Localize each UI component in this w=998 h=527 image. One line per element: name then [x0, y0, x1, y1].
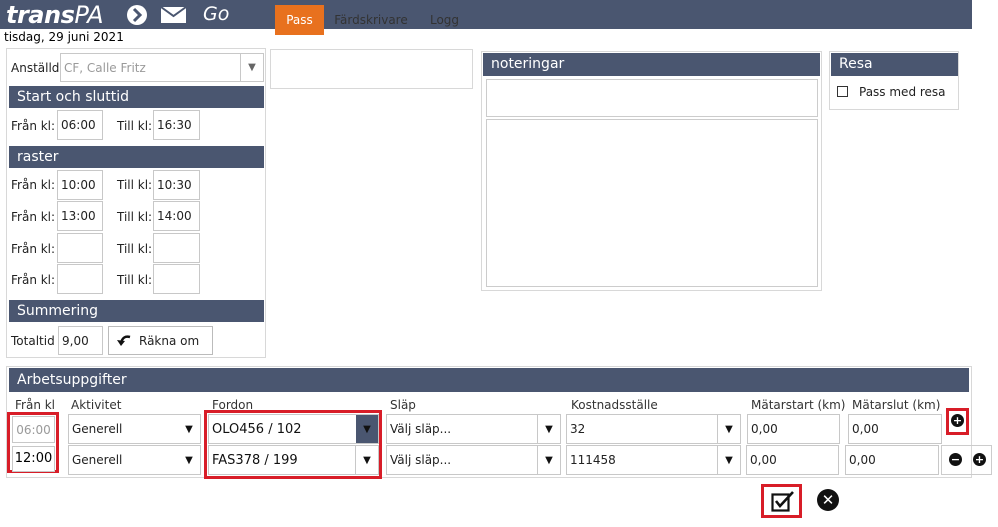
task-1-vehicle-value: OLO456 / 102: [212, 421, 302, 437]
notes-input[interactable]: [486, 79, 818, 117]
break-from-label: Från kl:: [11, 273, 56, 287]
col-header-cost-center: Kostnadsställe: [571, 398, 658, 412]
task-1-activity-value: Generell: [72, 422, 123, 436]
task-2-meter-start-input[interactable]: 0,00: [746, 445, 839, 475]
task-2-vehicle-value: FAS378 / 199: [212, 452, 298, 468]
breaks-header: raster: [9, 146, 264, 168]
task-2-activity-value: Generell: [72, 453, 123, 467]
total-time-label: Totaltid: [11, 334, 55, 348]
trip-checkbox[interactable]: [837, 86, 848, 97]
task-1-meter-start-input[interactable]: 0,00: [747, 414, 840, 444]
close-circle-icon[interactable]: ✕: [817, 489, 839, 511]
tab-bar: [270, 49, 473, 89]
task-2-cost-center-select[interactable]: 111458 ▼: [566, 445, 741, 475]
chevron-down-icon: ▼: [717, 446, 740, 474]
to-label: Till kl:: [117, 119, 153, 133]
recalculate-button[interactable]: Räkna om: [108, 326, 213, 355]
break-to-label: Till kl:: [117, 273, 153, 287]
current-date: tisdag, 29 juni 2021: [4, 30, 124, 44]
envelope-icon[interactable]: [160, 4, 188, 26]
break-4-to-input[interactable]: [153, 264, 200, 294]
task-1-meter-end-input[interactable]: 0,00: [848, 414, 942, 444]
task-1-cost-center-select[interactable]: 32 ▼: [566, 414, 741, 444]
employee-value: CF, Calle Fritz: [64, 60, 146, 75]
break-4-from-input[interactable]: [57, 264, 103, 294]
notes-header: noteringar: [483, 53, 820, 76]
tab-pass[interactable]: Pass: [275, 5, 324, 35]
col-header-from: Från kl: [15, 398, 56, 412]
break-3-to-input[interactable]: [153, 233, 200, 263]
task-1-cost-center-value: 32: [570, 422, 586, 436]
break-3-from-input[interactable]: [57, 233, 103, 263]
chevron-down-icon: ▼: [355, 446, 378, 474]
start-end-header: Start och sluttid: [9, 86, 264, 108]
go-link[interactable]: Go: [203, 2, 229, 26]
tab-logg[interactable]: Logg: [418, 5, 471, 35]
trip-header: Resa: [831, 53, 958, 76]
task-1-from-input[interactable]: 06:00: [12, 416, 55, 443]
chevron-down-icon: ▼: [356, 415, 378, 443]
task-2-meter-end-input[interactable]: 0,00: [845, 445, 939, 475]
plus-circle-icon[interactable]: +: [973, 453, 986, 466]
task-2-trailer-value: Välj släp...: [390, 453, 452, 467]
trip-checkbox-label: Pass med resa: [859, 85, 946, 99]
chevron-down-icon: ▼: [185, 423, 193, 435]
tab-fardskrivare[interactable]: Färdskrivare: [328, 5, 414, 35]
task-2-activity-select[interactable]: Generell ▼: [68, 445, 201, 475]
employee-label: Anställd: [11, 61, 60, 75]
chevron-down-icon: ▼: [537, 446, 560, 474]
chevron-right-circle-icon[interactable]: [126, 4, 148, 26]
employee-select[interactable]: CF, Calle Fritz ▼: [60, 53, 264, 82]
notes-textarea[interactable]: [486, 119, 818, 287]
checkbox-edit-icon[interactable]: [771, 490, 795, 512]
break-to-label: Till kl:: [117, 210, 153, 224]
plus-circle-icon[interactable]: +: [951, 414, 964, 427]
break-from-label: Från kl:: [11, 178, 56, 192]
col-header-trailer: Släp: [390, 398, 416, 412]
chevron-down-icon: ▼: [240, 54, 263, 81]
task-1-vehicle-select[interactable]: OLO456 / 102 ▼: [208, 414, 379, 444]
minus-circle-icon[interactable]: −: [949, 453, 962, 466]
break-2-from-input[interactable]: 13:00: [57, 201, 103, 231]
task-2-vehicle-select[interactable]: FAS378 / 199 ▼: [208, 445, 379, 475]
end-time-input[interactable]: 16:30: [153, 110, 200, 140]
total-time-input[interactable]: 9,00: [58, 326, 103, 355]
break-2-to-input[interactable]: 14:00: [153, 201, 200, 231]
undo-arrow-icon: [109, 334, 139, 348]
chevron-down-icon: ▼: [185, 454, 193, 466]
task-1-trailer-value: Välj släp...: [390, 422, 452, 436]
start-time-input[interactable]: 06:00: [57, 110, 103, 140]
col-header-meter-start: Mätarstart (km): [751, 398, 846, 412]
chevron-down-icon: ▼: [717, 415, 740, 443]
from-label: Från kl:: [11, 119, 56, 133]
col-header-meter-end: Mätarslut (km): [852, 398, 941, 412]
task-2-trailer-select[interactable]: Välj släp... ▼: [386, 445, 561, 475]
break-from-label: Från kl:: [11, 210, 56, 224]
col-header-activity: Aktivitet: [71, 398, 122, 412]
tasks-header: Arbetsuppgifter: [9, 368, 969, 392]
task-1-trailer-select[interactable]: Välj släp... ▼: [386, 414, 561, 444]
break-to-label: Till kl:: [117, 242, 153, 256]
app-logo: transPA: [6, 1, 104, 29]
summary-header: Summering: [9, 300, 264, 322]
task-1-activity-select[interactable]: Generell ▼: [68, 414, 201, 444]
break-from-label: Från kl:: [11, 242, 56, 256]
chevron-down-icon: ▼: [537, 415, 560, 443]
task-2-from-input[interactable]: 12:00: [12, 446, 55, 472]
break-1-from-input[interactable]: 10:00: [57, 170, 103, 200]
task-2-cost-center-value: 111458: [570, 453, 616, 467]
break-to-label: Till kl:: [117, 178, 153, 192]
break-1-to-input[interactable]: 10:30: [153, 170, 200, 200]
recalculate-label: Räkna om: [139, 333, 200, 348]
